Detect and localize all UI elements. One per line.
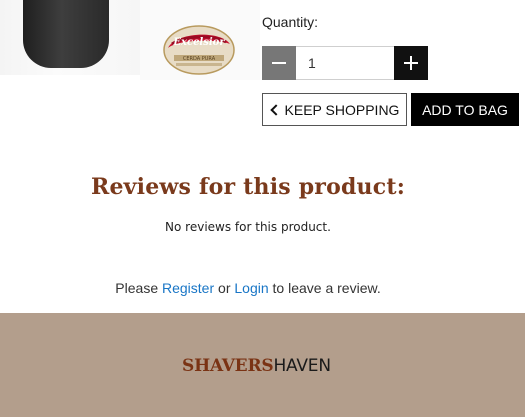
add-to-bag-label: ADD TO BAG: [422, 101, 508, 118]
reviews-heading: Reviews for this product:: [90, 174, 406, 200]
product-thumbnail[interactable]: Excelsior CERDA PURA: [140, 0, 260, 80]
decrease-quantity-button[interactable]: [262, 46, 296, 80]
brand-mark-text: Excelsior: [172, 37, 225, 48]
chevron-left-icon: [269, 103, 282, 116]
product-purchase-section: Excelsior CERDA PURA Quantity: KEEP SHOP…: [0, 0, 525, 135]
site-footer: SHAVERSHAVEN: [0, 313, 525, 417]
quantity-label: Quantity:: [262, 14, 319, 30]
prompt-text-before: Please: [115, 280, 159, 296]
brand-tagline-text: CERDA PURA: [183, 56, 216, 62]
increase-quantity-button[interactable]: [394, 46, 428, 80]
site-logo[interactable]: SHAVERSHAVEN: [182, 356, 331, 376]
logo-text-shavers: SHAVERS: [182, 356, 274, 376]
minus-icon: [272, 62, 286, 64]
quantity-stepper: [262, 46, 428, 80]
plus-icon-vertical: [410, 56, 412, 70]
quantity-input[interactable]: [297, 47, 393, 79]
no-reviews-message: No reviews for this product.: [165, 220, 331, 234]
register-link[interactable]: Register: [162, 280, 214, 296]
prompt-text-middle: or: [218, 280, 231, 296]
prompt-text-after: to leave a review.: [272, 280, 381, 296]
login-link[interactable]: Login: [234, 280, 268, 296]
review-login-prompt: Please Register or Login to leave a revi…: [0, 280, 496, 296]
logo-text-haven: HAVEN: [273, 356, 331, 376]
brand-badge-image: Excelsior CERDA PURA: [163, 25, 235, 75]
keep-shopping-button[interactable]: KEEP SHOPPING: [262, 93, 407, 126]
add-to-bag-button[interactable]: ADD TO BAG: [411, 93, 519, 126]
keep-shopping-label: KEEP SHOPPING: [284, 101, 400, 118]
brush-handle-image: [23, 0, 109, 68]
product-image[interactable]: [0, 0, 140, 75]
